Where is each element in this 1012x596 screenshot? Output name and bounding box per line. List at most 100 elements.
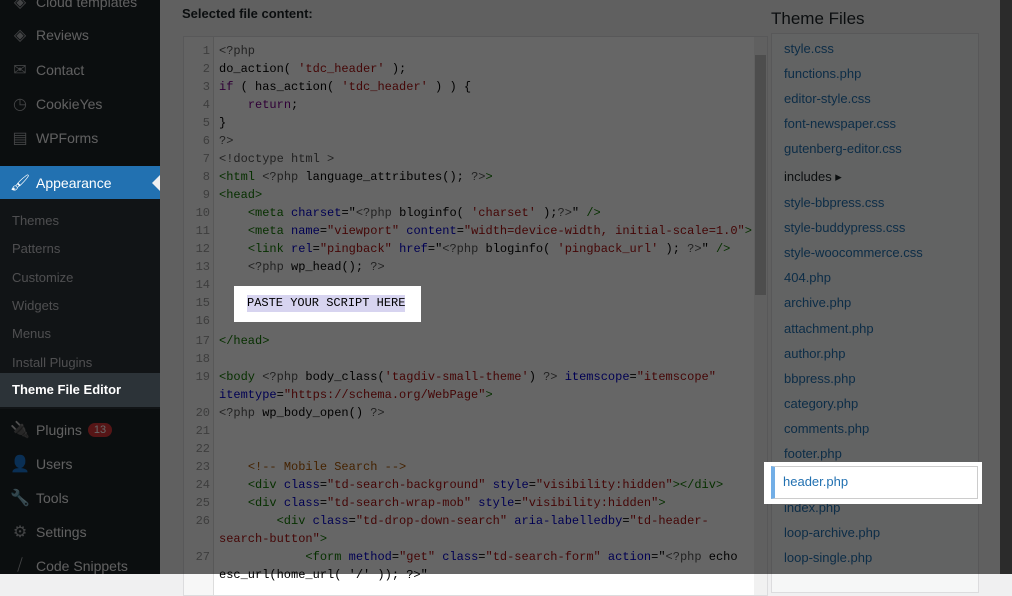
sidebar-item-label: Tools [36, 490, 69, 506]
file-item-functions-php[interactable]: functions.php [784, 64, 861, 84]
code-token: = [456, 224, 464, 238]
code-token: <!-- Mobile Search --> [247, 460, 407, 474]
code-token: ); [535, 206, 558, 220]
code-token: "td-drop-down-search" [355, 514, 508, 528]
paste-script-highlight[interactable]: PASTE YOUR SCRIPT HERE [234, 286, 421, 322]
code-text: <?php wp_head(); ?> [214, 258, 756, 276]
submenu-item-customize[interactable]: Customize [12, 268, 73, 288]
file-item-category-php[interactable]: category.php [784, 394, 858, 414]
file-item-404-php[interactable]: 404.php [784, 268, 831, 288]
sidebar-item-reviews[interactable]: ◈ Reviews [0, 18, 160, 52]
theme-files-list: style.css functions.php editor-style.css fo… [771, 33, 979, 593]
code-line: 2 do_action( 'tdc_header' ); [184, 60, 756, 78]
sidebar-item-contact[interactable]: ✉ Contact [0, 53, 160, 87]
file-item-loop-single-php[interactable]: loop-single.php [784, 548, 872, 568]
reviews-icon: ◈ [13, 27, 27, 44]
file-item-style-buddypress-css[interactable]: style-buddypress.css [784, 218, 905, 238]
code-token: class [312, 514, 349, 528]
file-item-bbpress-php[interactable]: bbpress.php [784, 369, 856, 389]
sidebar-item-plugins[interactable]: 🔌 Plugins 13 [0, 413, 160, 447]
admin-sidebar: ◈ Cloud templates ◈ Reviews ✉ Contact ◷ CookieY… [0, 0, 160, 574]
code-line: 25 <div class="td-search-wrap-mob" style… [184, 494, 756, 512]
code-text: <body <?php body_class('tagdiv-small-the… [214, 368, 756, 404]
sidebar-item-appearance[interactable]: 🖌 Appearance [0, 166, 160, 199]
code-token: <?php [442, 242, 479, 256]
file-item-archive-php[interactable]: archive.php [784, 293, 851, 313]
line-number: 23 [195, 460, 210, 474]
code-text: <link rel="pingback" href="<?php bloginf… [214, 240, 756, 258]
code-token: language_attributes(); [298, 170, 472, 184]
code-line: 20 <?php wp_body_open() ?> [184, 404, 756, 422]
code-token: wp_head(); [283, 260, 371, 274]
code-token: aria-labelledby [514, 514, 623, 528]
code-line: 24 <div class="td-search-background" sty… [184, 476, 756, 494]
submenu-item-menus[interactable]: Menus [12, 324, 51, 344]
code-token: ?> [370, 406, 385, 420]
file-item-editor-style-css[interactable]: editor-style.css [784, 89, 871, 109]
file-item-header-php[interactable]: header.php [783, 474, 848, 489]
sidebar-item-label: Appearance [36, 174, 112, 191]
settings-icon: ⚙ [12, 524, 28, 541]
code-text: <?php [214, 42, 756, 60]
editor-scrollbar-thumb[interactable] [755, 55, 766, 295]
file-item-includes[interactable]: includes ▸ [784, 167, 842, 187]
sidebar-item-label: Users [36, 456, 73, 472]
code-line: 19 <body <?php body_class('tagdiv-small-t… [184, 368, 756, 404]
code-line: 11 <meta name="viewport" content="width=… [184, 222, 756, 240]
selected-file-highlight[interactable]: header.php [764, 462, 982, 504]
sidebar-item-settings[interactable]: ⚙ Settings [0, 515, 160, 549]
sidebar-item-wpforms[interactable]: ▤ WPForms [0, 121, 160, 155]
file-item-gutenberg-editor-css[interactable]: gutenberg-editor.css [784, 139, 902, 159]
editor-scrollbar[interactable] [754, 37, 767, 595]
submenu-item-themes[interactable]: Themes [12, 211, 59, 231]
page-scrollbar[interactable] [1000, 0, 1012, 574]
file-item-style-css[interactable]: style.css [784, 39, 834, 59]
code-line: 18 [184, 350, 756, 368]
code-token: > [744, 224, 752, 238]
line-number: 8 [202, 170, 210, 184]
tools-icon: 🔧 [10, 490, 30, 507]
submenu-item-install-plugins[interactable]: Install Plugins [12, 353, 92, 373]
line-number: 12 [195, 242, 210, 256]
code-token: style [478, 496, 515, 510]
file-item-style-woocommerce-css[interactable]: style-woocommerce.css [784, 243, 923, 263]
sidebar-item-tools[interactable]: 🔧 Tools [0, 481, 160, 515]
code-text: return; [214, 96, 756, 114]
code-token: "https://schema.org/WebPage" [283, 388, 486, 402]
mail-icon: ✉ [13, 62, 27, 79]
file-item-comments-php[interactable]: comments.php [784, 419, 869, 439]
code-token: <?php [665, 550, 702, 564]
sidebar-item-code-snippets[interactable]: ⧸ Code Snippets [0, 549, 160, 583]
code-token: 'pingback_url' [557, 242, 659, 256]
sidebar-item-label: Reviews [36, 27, 89, 43]
file-item-style-bbpress-css[interactable]: style-bbpress.css [784, 193, 884, 213]
code-token: <?php [355, 206, 392, 220]
sidebar-item-label: Settings [36, 524, 87, 540]
file-item-author-php[interactable]: author.php [784, 344, 845, 364]
file-item-loop-archive-php[interactable]: loop-archive.php [784, 523, 880, 543]
sidebar-item-cookieyes[interactable]: ◷ CookieYes [0, 87, 160, 121]
code-token: = [319, 496, 328, 510]
code-text: <form method="get" class="td-search-form… [214, 548, 756, 584]
code-line: 5} [184, 114, 756, 132]
line-number: 6 [202, 134, 210, 148]
code-token: action [607, 550, 652, 564]
code-token: body_class( [298, 370, 385, 384]
file-item-attachment-php[interactable]: attachment.php [784, 319, 874, 339]
file-item-font-newspaper-css[interactable]: font-newspaper.css [784, 114, 896, 134]
code-line: 1 <?php [184, 42, 756, 60]
plugins-icon: 🔌 [10, 422, 30, 439]
code-text: <meta name="viewport" content="width=dev… [214, 222, 756, 240]
update-count-badge: 13 [87, 423, 113, 437]
sidebar-item-users[interactable]: 👤 Users [0, 447, 160, 481]
file-item-footer-php[interactable]: footer.php [784, 444, 842, 464]
submenu-item-widgets[interactable]: Widgets [12, 296, 59, 316]
submenu-item-patterns[interactable]: Patterns [12, 239, 60, 259]
sidebar-item-cloud-templates[interactable]: ◈ Cloud templates [0, 0, 160, 19]
code-token: "viewport" [327, 224, 400, 238]
submenu-item-theme-file-editor[interactable]: Theme File Editor [0, 373, 160, 407]
